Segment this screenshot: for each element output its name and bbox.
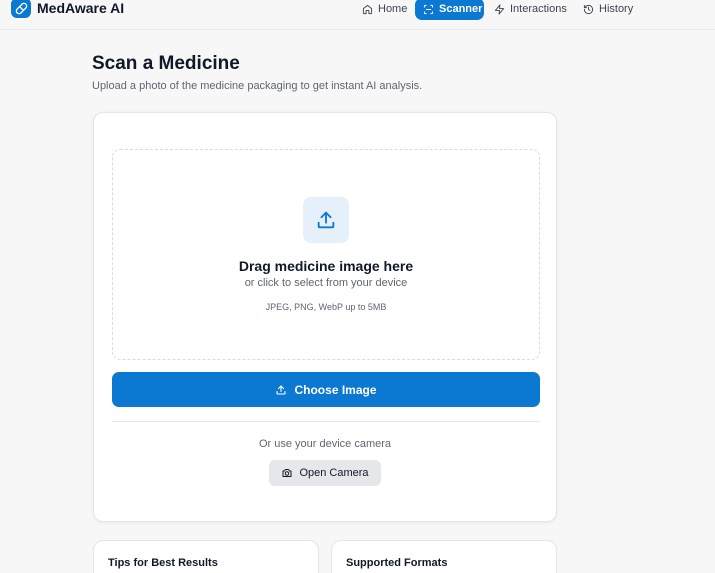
- tips-card-title: Tips for Best Results: [108, 557, 218, 569]
- open-camera-button[interactable]: Open Camera: [269, 460, 381, 486]
- app-name: MedAware AI: [37, 0, 125, 16]
- dropzone-subtitle: or click to select from your device: [244, 277, 408, 289]
- top-navbar: MedAware AI Home Scanner Interactions Hi…: [0, 0, 715, 30]
- brand[interactable]: MedAware AI: [11, 0, 124, 18]
- choose-image-label: Choose Image: [294, 382, 377, 397]
- dropzone-title: Drag medicine image here: [238, 258, 414, 274]
- divider: [112, 421, 540, 422]
- formats-card: Supported Formats: [331, 540, 557, 573]
- page-title: Scan a Medicine: [92, 53, 240, 74]
- open-camera-label: Open Camera: [299, 467, 369, 479]
- upload-icon: [276, 384, 287, 395]
- nav-item-interactions[interactable]: Interactions: [494, 0, 567, 20]
- camera-prompt: Or use your device camera: [258, 438, 392, 450]
- choose-image-button[interactable]: Choose Image: [112, 372, 540, 407]
- supported-formats-note: JPEG, PNG, WebP up to 5MB: [265, 302, 387, 312]
- camera-icon: [282, 469, 292, 477]
- page-subtitle: Upload a photo of the medicine packaging…: [92, 80, 423, 92]
- formats-card-title: Supported Formats: [346, 557, 448, 569]
- image-dropzone[interactable]: Drag medicine image here or click to sel…: [112, 149, 540, 360]
- nav-item-home[interactable]: Home: [362, 0, 407, 20]
- zap-icon: [494, 3, 505, 15]
- pill-icon: [11, 0, 31, 18]
- upload-icon: [303, 197, 349, 243]
- scanner-card: Drag medicine image here or click to sel…: [93, 112, 557, 522]
- tips-card: Tips for Best Results: [93, 540, 319, 573]
- scan-icon: [423, 4, 434, 14]
- home-icon: [362, 4, 373, 14]
- nav-item-label: History: [599, 3, 634, 15]
- nav-item-label: Interactions: [510, 3, 567, 15]
- history-icon: [583, 4, 594, 14]
- nav-item-label: Scanner: [439, 3, 483, 15]
- nav-item-history[interactable]: History: [583, 0, 633, 20]
- nav-item-label: Home: [378, 3, 408, 15]
- nav-item-scanner[interactable]: Scanner: [415, 0, 484, 20]
